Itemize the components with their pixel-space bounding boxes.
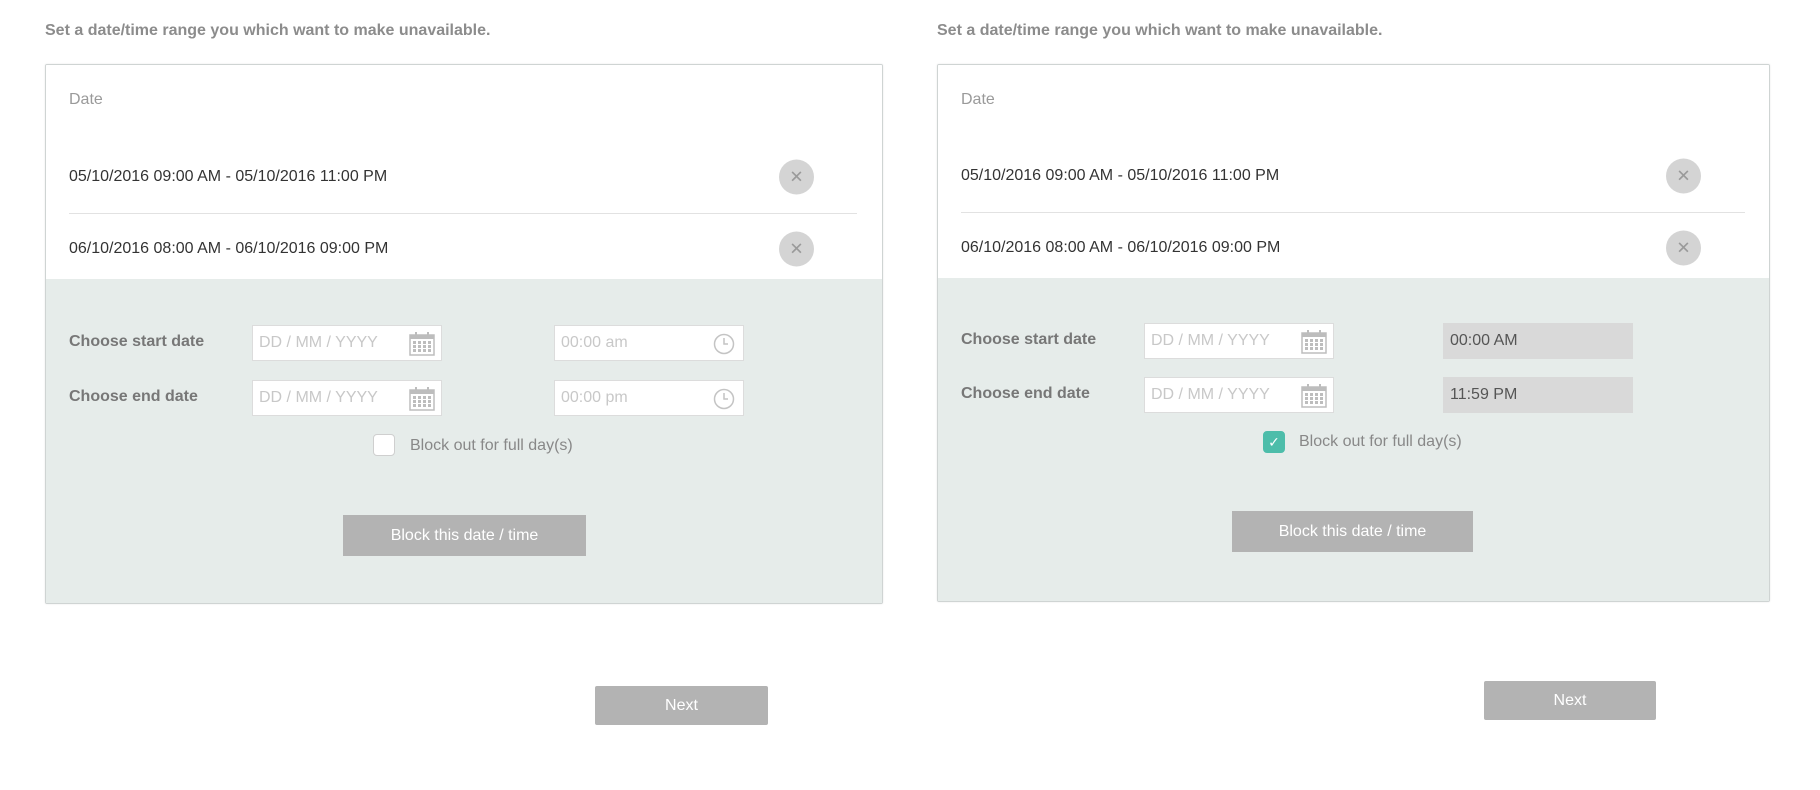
end-time-value: 11:59 PM — [1450, 386, 1518, 403]
range-text: 06/10/2016 08:00 AM - 06/10/2016 09:00 P… — [69, 240, 389, 257]
close-icon: ✕ — [789, 167, 804, 186]
date-range-card: Date 05/10/2016 09:00 AM - 05/10/2016 11… — [45, 64, 883, 604]
block-date-button[interactable]: Block this date / time — [343, 515, 586, 556]
end-time-value: 00:00 pm — [561, 389, 628, 406]
remove-range-button[interactable]: ✕ — [779, 159, 814, 195]
list-item: 05/10/2016 09:00 AM - 05/10/2016 11:00 P… — [961, 140, 1745, 213]
list-item: 06/10/2016 08:00 AM - 06/10/2016 09:00 P… — [961, 212, 1745, 284]
close-icon: ✕ — [1676, 166, 1691, 185]
list-item: 06/10/2016 08:00 AM - 06/10/2016 09:00 P… — [69, 213, 857, 285]
range-text: 05/10/2016 09:00 AM - 05/10/2016 11:00 P… — [69, 168, 388, 185]
calendar-icon[interactable] — [409, 332, 435, 356]
remove-range-button[interactable]: ✕ — [1666, 230, 1701, 266]
block-date-form: Choose start date DD / MM / YYYY 00:00 a… — [46, 279, 882, 603]
calendar-icon[interactable] — [409, 387, 435, 411]
end-date-label: Choose end date — [961, 385, 1090, 402]
close-icon: ✕ — [789, 239, 804, 258]
end-date-label: Choose end date — [69, 388, 198, 405]
end-time-input[interactable]: 00:00 pm — [554, 380, 744, 416]
start-time-value: 00:00 am — [561, 334, 628, 351]
range-text: 05/10/2016 09:00 AM - 05/10/2016 11:00 P… — [961, 167, 1280, 184]
end-time-input: 11:59 PM — [1443, 377, 1633, 413]
blocked-dates-list: Date 05/10/2016 09:00 AM - 05/10/2016 11… — [938, 65, 1769, 278]
blocked-dates-list: Date 05/10/2016 09:00 AM - 05/10/2016 11… — [46, 65, 882, 279]
start-date-placeholder: DD / MM / YYYY — [259, 334, 378, 351]
close-icon: ✕ — [1676, 238, 1691, 257]
remove-range-button[interactable]: ✕ — [779, 231, 814, 267]
end-date-input[interactable]: DD / MM / YYYY — [252, 380, 442, 416]
end-date-placeholder: DD / MM / YYYY — [259, 389, 378, 406]
next-button[interactable]: Next — [595, 686, 768, 725]
instruction-text: Set a date/time range you which want to … — [45, 22, 491, 39]
end-date-input[interactable]: DD / MM / YYYY — [1144, 377, 1334, 413]
check-icon: ✓ — [1268, 433, 1280, 450]
block-date-form: Choose start date DD / MM / YYYY 00:00 A… — [938, 278, 1769, 601]
end-date-placeholder: DD / MM / YYYY — [1151, 386, 1270, 403]
block-date-button[interactable]: Block this date / time — [1232, 511, 1473, 552]
start-time-input: 00:00 AM — [1443, 323, 1633, 359]
full-day-label: Block out for full day(s) — [410, 437, 573, 454]
date-range-card: Date 05/10/2016 09:00 AM - 05/10/2016 11… — [937, 64, 1770, 602]
date-column-header: Date — [69, 91, 103, 108]
full-day-checkbox[interactable]: ✓ — [1263, 431, 1285, 453]
calendar-icon[interactable] — [1301, 330, 1327, 354]
start-date-input[interactable]: DD / MM / YYYY — [1144, 323, 1334, 359]
start-time-input[interactable]: 00:00 am — [554, 325, 744, 361]
unavailability-panel-right: Set a date/time range you which want to … — [937, 0, 1770, 790]
date-column-header: Date — [961, 91, 995, 108]
start-time-value: 00:00 AM — [1450, 332, 1518, 349]
clock-icon[interactable] — [713, 388, 735, 410]
range-text: 06/10/2016 08:00 AM - 06/10/2016 09:00 P… — [961, 239, 1281, 256]
start-date-label: Choose start date — [961, 331, 1097, 348]
start-date-input[interactable]: DD / MM / YYYY — [252, 325, 442, 361]
full-day-checkbox[interactable] — [373, 434, 395, 456]
unavailability-panel-left: Set a date/time range you which want to … — [45, 0, 883, 790]
start-date-label: Choose start date — [69, 333, 205, 350]
full-day-label: Block out for full day(s) — [1299, 433, 1462, 450]
start-date-placeholder: DD / MM / YYYY — [1151, 332, 1270, 349]
instruction-text: Set a date/time range you which want to … — [937, 22, 1383, 39]
clock-icon[interactable] — [713, 333, 735, 355]
remove-range-button[interactable]: ✕ — [1666, 158, 1701, 194]
next-button[interactable]: Next — [1484, 681, 1656, 720]
list-item: 05/10/2016 09:00 AM - 05/10/2016 11:00 P… — [69, 141, 857, 214]
calendar-icon[interactable] — [1301, 384, 1327, 408]
